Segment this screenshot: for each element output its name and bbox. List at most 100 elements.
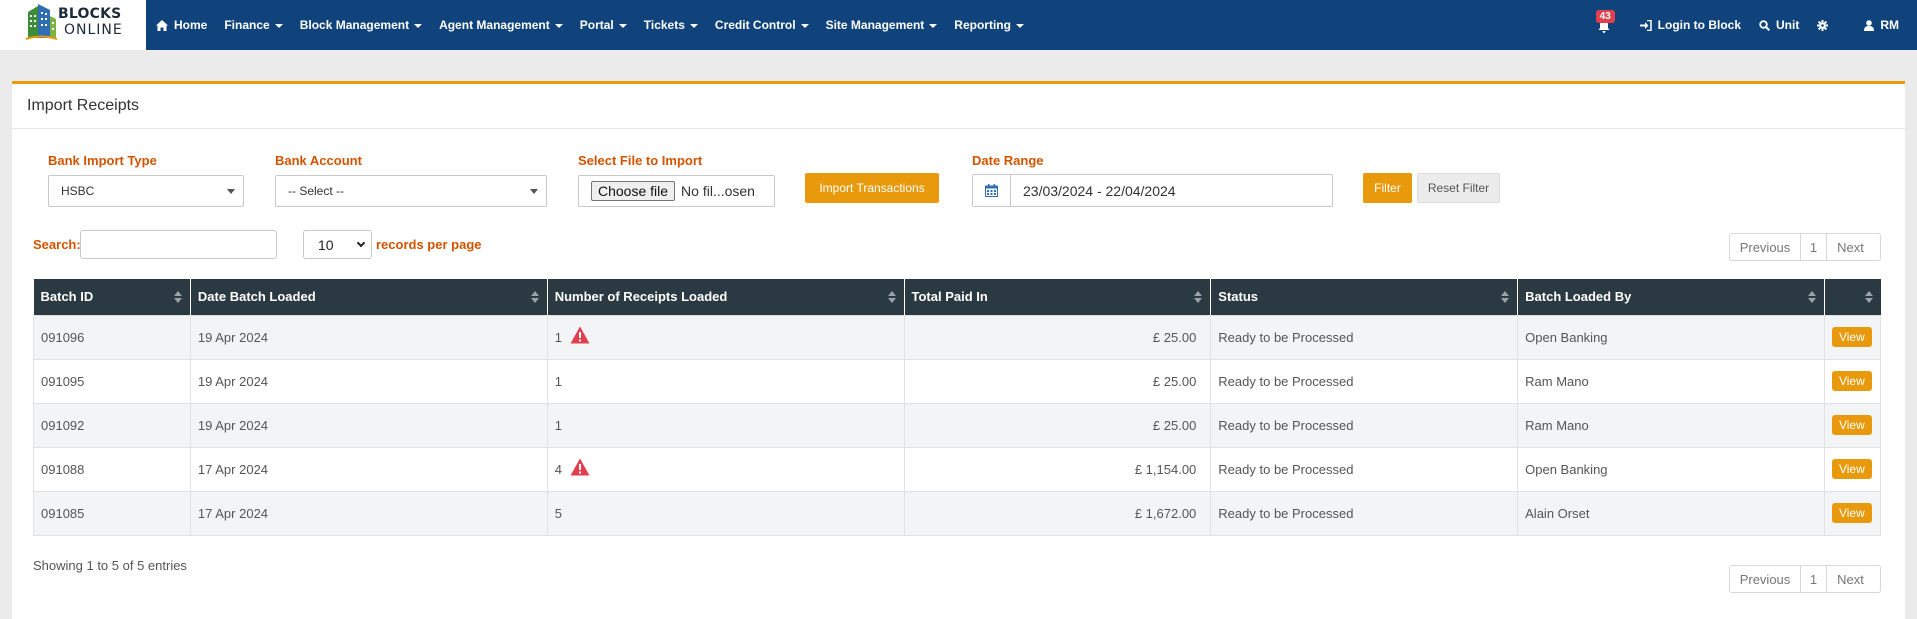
caret-down-icon: [689, 24, 698, 28]
nav-tickets-label: Tickets: [643, 18, 685, 32]
reset-filter-button[interactable]: Reset Filter: [1417, 173, 1500, 203]
view-button[interactable]: View: [1831, 459, 1872, 479]
unit-label: Unit: [1776, 18, 1800, 32]
view-button[interactable]: View: [1831, 371, 1872, 391]
batch-id-cell: 091092: [33, 402, 191, 448]
col-date-batch-loaded[interactable]: Date Batch Loaded: [190, 279, 548, 315]
nav-tickets[interactable]: Tickets: [644, 18, 698, 32]
previous-page-button[interactable]: Previous: [1730, 234, 1801, 260]
nav-agent-management[interactable]: Agent Management: [439, 18, 563, 32]
nav-block-management-label: Block Management: [299, 18, 410, 32]
status-cell: Ready to be Processed: [1210, 490, 1519, 536]
login-to-block-label: Login to Block: [1657, 18, 1741, 32]
view-button[interactable]: View: [1831, 327, 1872, 347]
nav-portal[interactable]: Portal: [580, 18, 627, 32]
bank-import-type-label: Bank Import Type: [48, 153, 157, 168]
date-cell: 19 Apr 2024: [189, 402, 548, 448]
loaded-by-cell: Ram Mano: [1517, 358, 1825, 404]
unit-search-link[interactable]: Unit: [1759, 18, 1799, 32]
file-input[interactable]: Choose file No fil...osen: [578, 175, 775, 207]
chevron-down-icon: [356, 238, 366, 248]
right-nav: 43 Login to Block Unit RM: [1594, 0, 1917, 50]
table-summary: Showing 1 to 5 of 5 entries: [33, 558, 187, 573]
receipts-count: 1: [554, 373, 562, 389]
warning-icon[interactable]: [570, 326, 590, 344]
previous-page-button[interactable]: Previous: [1730, 566, 1801, 592]
notifications-button[interactable]: 43: [1594, 10, 1615, 35]
receipts-cell: 5: [546, 490, 905, 536]
bank-account-select[interactable]: -- Select --: [275, 175, 547, 207]
bank-import-type-select[interactable]: HSBC: [48, 175, 244, 207]
nav-reporting[interactable]: Reporting: [954, 18, 1024, 32]
records-per-page-select[interactable]: 10: [303, 230, 372, 259]
user-initials: RM: [1880, 18, 1899, 32]
page-1-button[interactable]: 1: [1801, 234, 1827, 260]
next-page-button[interactable]: Next: [1827, 566, 1874, 592]
logo[interactable]: BLOCKS ONLINE: [0, 0, 146, 50]
search-input[interactable]: [80, 230, 277, 259]
notification-badge: 43: [1595, 10, 1615, 23]
view-button[interactable]: View: [1831, 503, 1872, 523]
caret-down-icon: [618, 24, 627, 28]
caret-down-icon: [554, 24, 563, 28]
caret-down-icon: [1015, 24, 1024, 28]
page-title: Import Receipts: [27, 97, 140, 114]
col-receipts-label: Number of Receipts Loaded: [554, 289, 728, 305]
table-row: 091085 17 Apr 2024 5 £ 1,672.00 Ready to…: [33, 490, 1882, 536]
panel-header: Import Receipts: [12, 84, 1905, 129]
nav-block-management[interactable]: Block Management: [299, 18, 423, 32]
total-paid-cell: £ 1,672.00: [903, 490, 1212, 536]
nav-site-management-label: Site Management: [825, 18, 925, 32]
date-range-input[interactable]: 23/03/2024 - 22/04/2024: [972, 174, 1333, 207]
sort-icon: [1864, 291, 1873, 303]
records-per-page-label: records per page: [376, 237, 482, 252]
date-cell: 19 Apr 2024: [189, 358, 548, 404]
home-icon: [156, 19, 168, 31]
bank-import-type-value: HSBC: [61, 184, 95, 198]
col-total-label: Total Paid In: [911, 289, 988, 305]
col-batch-id[interactable]: Batch ID: [33, 279, 191, 315]
col-number-of-receipts[interactable]: Number of Receipts Loaded: [547, 279, 905, 315]
nav-finance[interactable]: Finance: [224, 18, 283, 32]
total-paid-cell: £ 25.00: [903, 358, 1212, 404]
date-cell: 19 Apr 2024: [189, 314, 548, 360]
bank-account-value: -- Select --: [288, 184, 345, 198]
sort-icon: [887, 291, 896, 303]
search-icon: [1759, 19, 1770, 31]
col-status[interactable]: Status: [1210, 279, 1519, 315]
view-button[interactable]: View: [1831, 415, 1872, 435]
sort-icon: [1807, 291, 1816, 303]
filter-button[interactable]: Filter: [1363, 173, 1412, 203]
main-nav: Home Finance Block Management Agent Mana…: [146, 0, 1041, 50]
total-paid-cell: £ 25.00: [903, 314, 1212, 360]
col-total-paid-in[interactable]: Total Paid In: [904, 279, 1212, 315]
nav-site-management[interactable]: Site Management: [826, 18, 938, 32]
nav-reporting-label: Reporting: [954, 18, 1011, 32]
col-batch-loaded-by[interactable]: Batch Loaded By: [1517, 279, 1825, 315]
settings-button[interactable]: [1817, 19, 1834, 31]
nav-credit-control[interactable]: Credit Control: [715, 18, 809, 32]
action-cell: View: [1823, 314, 1882, 360]
caret-down-icon: [414, 24, 423, 28]
action-cell: View: [1823, 446, 1882, 492]
next-page-button[interactable]: Next: [1827, 234, 1874, 260]
table-row: 091088 17 Apr 2024 4 £ 1,154.00 Ready to…: [33, 446, 1882, 492]
nav-home[interactable]: Home: [156, 18, 207, 32]
page-1-button[interactable]: 1: [1801, 566, 1827, 592]
receipts-count: 5: [554, 505, 562, 521]
date-cell: 17 Apr 2024: [189, 490, 548, 536]
select-file-label: Select File to Import: [578, 153, 703, 168]
col-actions[interactable]: [1824, 279, 1881, 315]
warning-icon[interactable]: [570, 458, 590, 476]
calendar-icon[interactable]: [973, 175, 1011, 206]
user-menu[interactable]: RM: [1864, 18, 1899, 32]
receipts-table: Batch ID Date Batch Loaded Number of Rec…: [33, 279, 1882, 536]
import-transactions-button[interactable]: Import Transactions: [805, 173, 939, 203]
login-to-block-link[interactable]: Login to Block: [1639, 18, 1741, 32]
import-receipts-panel: Import Receipts Bank Import Type HSBC Ba…: [12, 81, 1905, 619]
nav-finance-label: Finance: [224, 18, 270, 32]
table-row: 091096 19 Apr 2024 1 £ 25.00 Ready to be…: [33, 314, 1882, 360]
choose-file-button[interactable]: Choose file: [591, 181, 676, 201]
date-range-label: Date Range: [972, 153, 1044, 168]
pagination-bottom: Previous 1 Next: [1729, 565, 1881, 593]
